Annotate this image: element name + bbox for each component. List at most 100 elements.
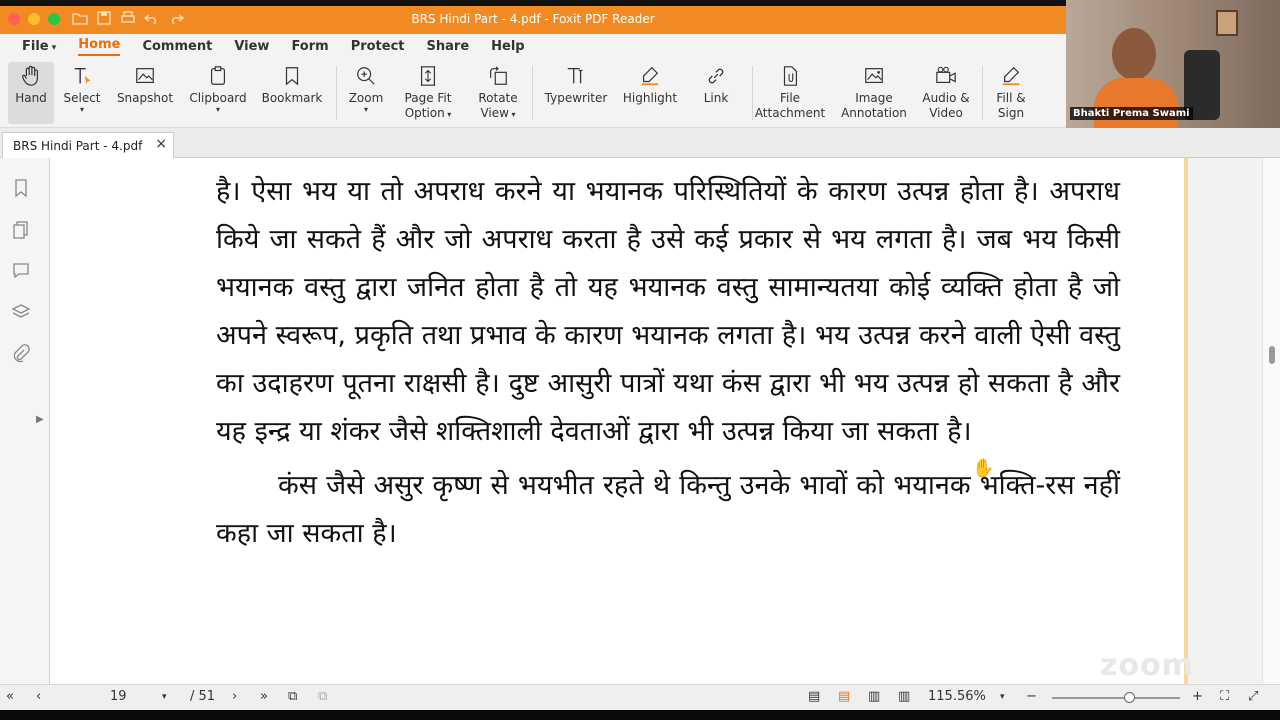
page-fit-option-button[interactable]: Page Fit Option ▾	[396, 62, 460, 124]
page-margin-area	[1188, 158, 1262, 684]
next-view-icon[interactable]: ⧉	[318, 689, 327, 704]
menu-protect[interactable]: Protect	[351, 39, 405, 54]
clipboard-button[interactable]: Clipboard ▾	[184, 62, 252, 124]
zoom-slider-track[interactable]	[1052, 697, 1180, 699]
hand-tool-button[interactable]: Hand	[8, 62, 54, 124]
webcam-overlay: Bhakti Prema Swami	[1066, 0, 1280, 128]
file-attachment-label-line1: File	[779, 91, 801, 105]
document-tab-label: BRS Hindi Part - 4.pdf	[13, 139, 143, 153]
select-tool-label: Select	[63, 91, 101, 105]
menu-bar: File ▾ Home Comment View Form Protect Sh…	[0, 34, 1066, 58]
select-text-icon	[74, 67, 91, 85]
facing-view-icon[interactable]: ▥	[868, 689, 880, 704]
continuous-view-icon[interactable]: ▤	[838, 689, 850, 704]
attachments-panel-icon[interactable]	[11, 344, 31, 364]
bookmark-icon	[285, 67, 299, 86]
chevron-down-icon: ▾	[508, 110, 516, 119]
full-screen-icon[interactable]: ⤢	[1248, 689, 1258, 704]
page-fit-icon	[420, 66, 436, 86]
rotate-label-line2: View	[480, 106, 509, 120]
layers-panel-icon[interactable]	[11, 302, 31, 322]
fit-page-icon[interactable]: ⛶	[1220, 689, 1229, 704]
pages-panel-icon[interactable]	[11, 220, 31, 240]
previous-view-icon[interactable]: ⧉	[288, 689, 297, 704]
file-attachment-button[interactable]: File Attachment	[754, 62, 826, 124]
current-page-input[interactable]: 19	[110, 689, 127, 704]
next-page-icon[interactable]: ›	[232, 689, 237, 704]
page-fit-label-line1: Page Fit	[404, 91, 452, 105]
first-page-icon[interactable]: «	[6, 689, 14, 704]
typewriter-button[interactable]: Typewriter	[540, 62, 612, 124]
typewriter-label: Typewriter	[544, 91, 608, 105]
zoom-label: Zoom	[348, 91, 384, 105]
chevron-down-icon: ▾	[215, 105, 220, 114]
menu-file-label: File	[22, 38, 49, 54]
snapshot-icon	[136, 68, 154, 84]
last-page-icon[interactable]: »	[260, 689, 268, 704]
menu-form[interactable]: Form	[291, 39, 328, 54]
clipboard-label: Clipboard	[189, 91, 247, 105]
window-title: BRS Hindi Part - 4.pdf - Foxit PDF Reade…	[411, 12, 655, 26]
zoom-in-icon	[357, 67, 375, 85]
menu-file[interactable]: File ▾	[22, 39, 56, 54]
zoom-in-icon[interactable]: +	[1192, 689, 1203, 704]
single-page-view-icon[interactable]: ▤	[808, 689, 820, 704]
menu-comment[interactable]: Comment	[142, 39, 212, 54]
previous-page-icon[interactable]: ‹	[36, 689, 41, 704]
status-bar: « ‹ 19 ▾ / 51 › » ⧉ ⧉ ▤ ▤ ▥ ▥ 115.56% ▾ …	[0, 684, 1280, 710]
title-bar: BRS Hindi Part - 4.pdf - Foxit PDF Reade…	[0, 6, 1066, 34]
comments-panel-icon[interactable]	[11, 260, 31, 280]
audio-video-button[interactable]: Audio & Video	[918, 62, 974, 124]
chevron-down-icon: ▾	[79, 105, 84, 114]
document-tab[interactable]: BRS Hindi Part - 4.pdf ×	[2, 132, 174, 158]
ribbon-separator	[336, 66, 337, 120]
image-annotation-button[interactable]: Image Annotation	[836, 62, 912, 124]
highlighter-icon	[641, 66, 659, 86]
select-tool-button[interactable]: Select ▾	[58, 62, 106, 124]
rotate-label-line1: Rotate	[478, 91, 518, 105]
expand-panel-arrow-icon[interactable]: ▶	[36, 414, 44, 425]
chevron-down-icon[interactable]: ▾	[162, 692, 167, 702]
zoom-level-input[interactable]: 115.56%	[928, 689, 986, 704]
hand-cursor-icon: ✋	[972, 458, 995, 479]
scrollbar-thumb[interactable]	[1269, 346, 1275, 364]
snapshot-button[interactable]: Snapshot	[112, 62, 178, 124]
link-button[interactable]: Link	[694, 62, 738, 124]
file-attachment-icon	[783, 66, 798, 86]
zoom-button[interactable]: Zoom ▾	[344, 62, 388, 124]
menu-home[interactable]: Home	[78, 37, 121, 56]
close-tab-icon[interactable]: ×	[155, 136, 167, 152]
bookmark-label: Bookmark	[261, 91, 323, 105]
hand-tool-label: Hand	[15, 91, 47, 105]
participant-name: Bhakti Prema Swami	[1070, 107, 1193, 120]
menu-view[interactable]: View	[234, 39, 269, 54]
zoom-out-icon[interactable]: −	[1026, 689, 1037, 704]
menu-help[interactable]: Help	[491, 39, 524, 54]
fill-sign-button[interactable]: Fill & Sign	[988, 62, 1034, 124]
ribbon-separator	[752, 66, 753, 120]
typewriter-icon	[567, 68, 583, 84]
zoom-slider-knob[interactable]	[1123, 692, 1135, 703]
audio-video-label-line1: Audio &	[922, 91, 970, 105]
menu-share[interactable]: Share	[427, 39, 470, 54]
zoom-watermark: zoom	[1100, 648, 1194, 683]
rotate-view-button[interactable]: Rotate View ▾	[468, 62, 528, 124]
ribbon-toolbar: Hand Select ▾ Snapshot Clipboard ▾ Bookm…	[0, 58, 1066, 128]
highlight-button[interactable]: Highlight	[618, 62, 682, 124]
chevron-down-icon[interactable]: ▾	[1000, 692, 1005, 702]
paragraph-1: है। ऐसा भय या तो अपराध करने या भयानक परि…	[216, 176, 1120, 447]
fill-sign-label-line2: Sign	[997, 106, 1025, 120]
snapshot-label: Snapshot	[116, 91, 174, 105]
image-annotation-icon	[865, 68, 883, 84]
ribbon-separator	[982, 66, 983, 120]
clipboard-icon	[210, 66, 226, 85]
vertical-scrollbar[interactable]	[1262, 158, 1280, 684]
chevron-down-icon: ▾	[48, 42, 57, 53]
bookmark-button[interactable]: Bookmark	[258, 62, 326, 124]
bookmark-panel-icon[interactable]	[11, 178, 31, 198]
continuous-facing-view-icon[interactable]: ▥	[898, 689, 910, 704]
pdf-page[interactable]: है। ऐसा भय या तो अपराध करने या भयानक परि…	[52, 158, 1186, 684]
chevron-down-icon: ▾	[444, 110, 452, 119]
hand-icon	[22, 65, 39, 86]
total-pages: / 51	[190, 689, 216, 704]
